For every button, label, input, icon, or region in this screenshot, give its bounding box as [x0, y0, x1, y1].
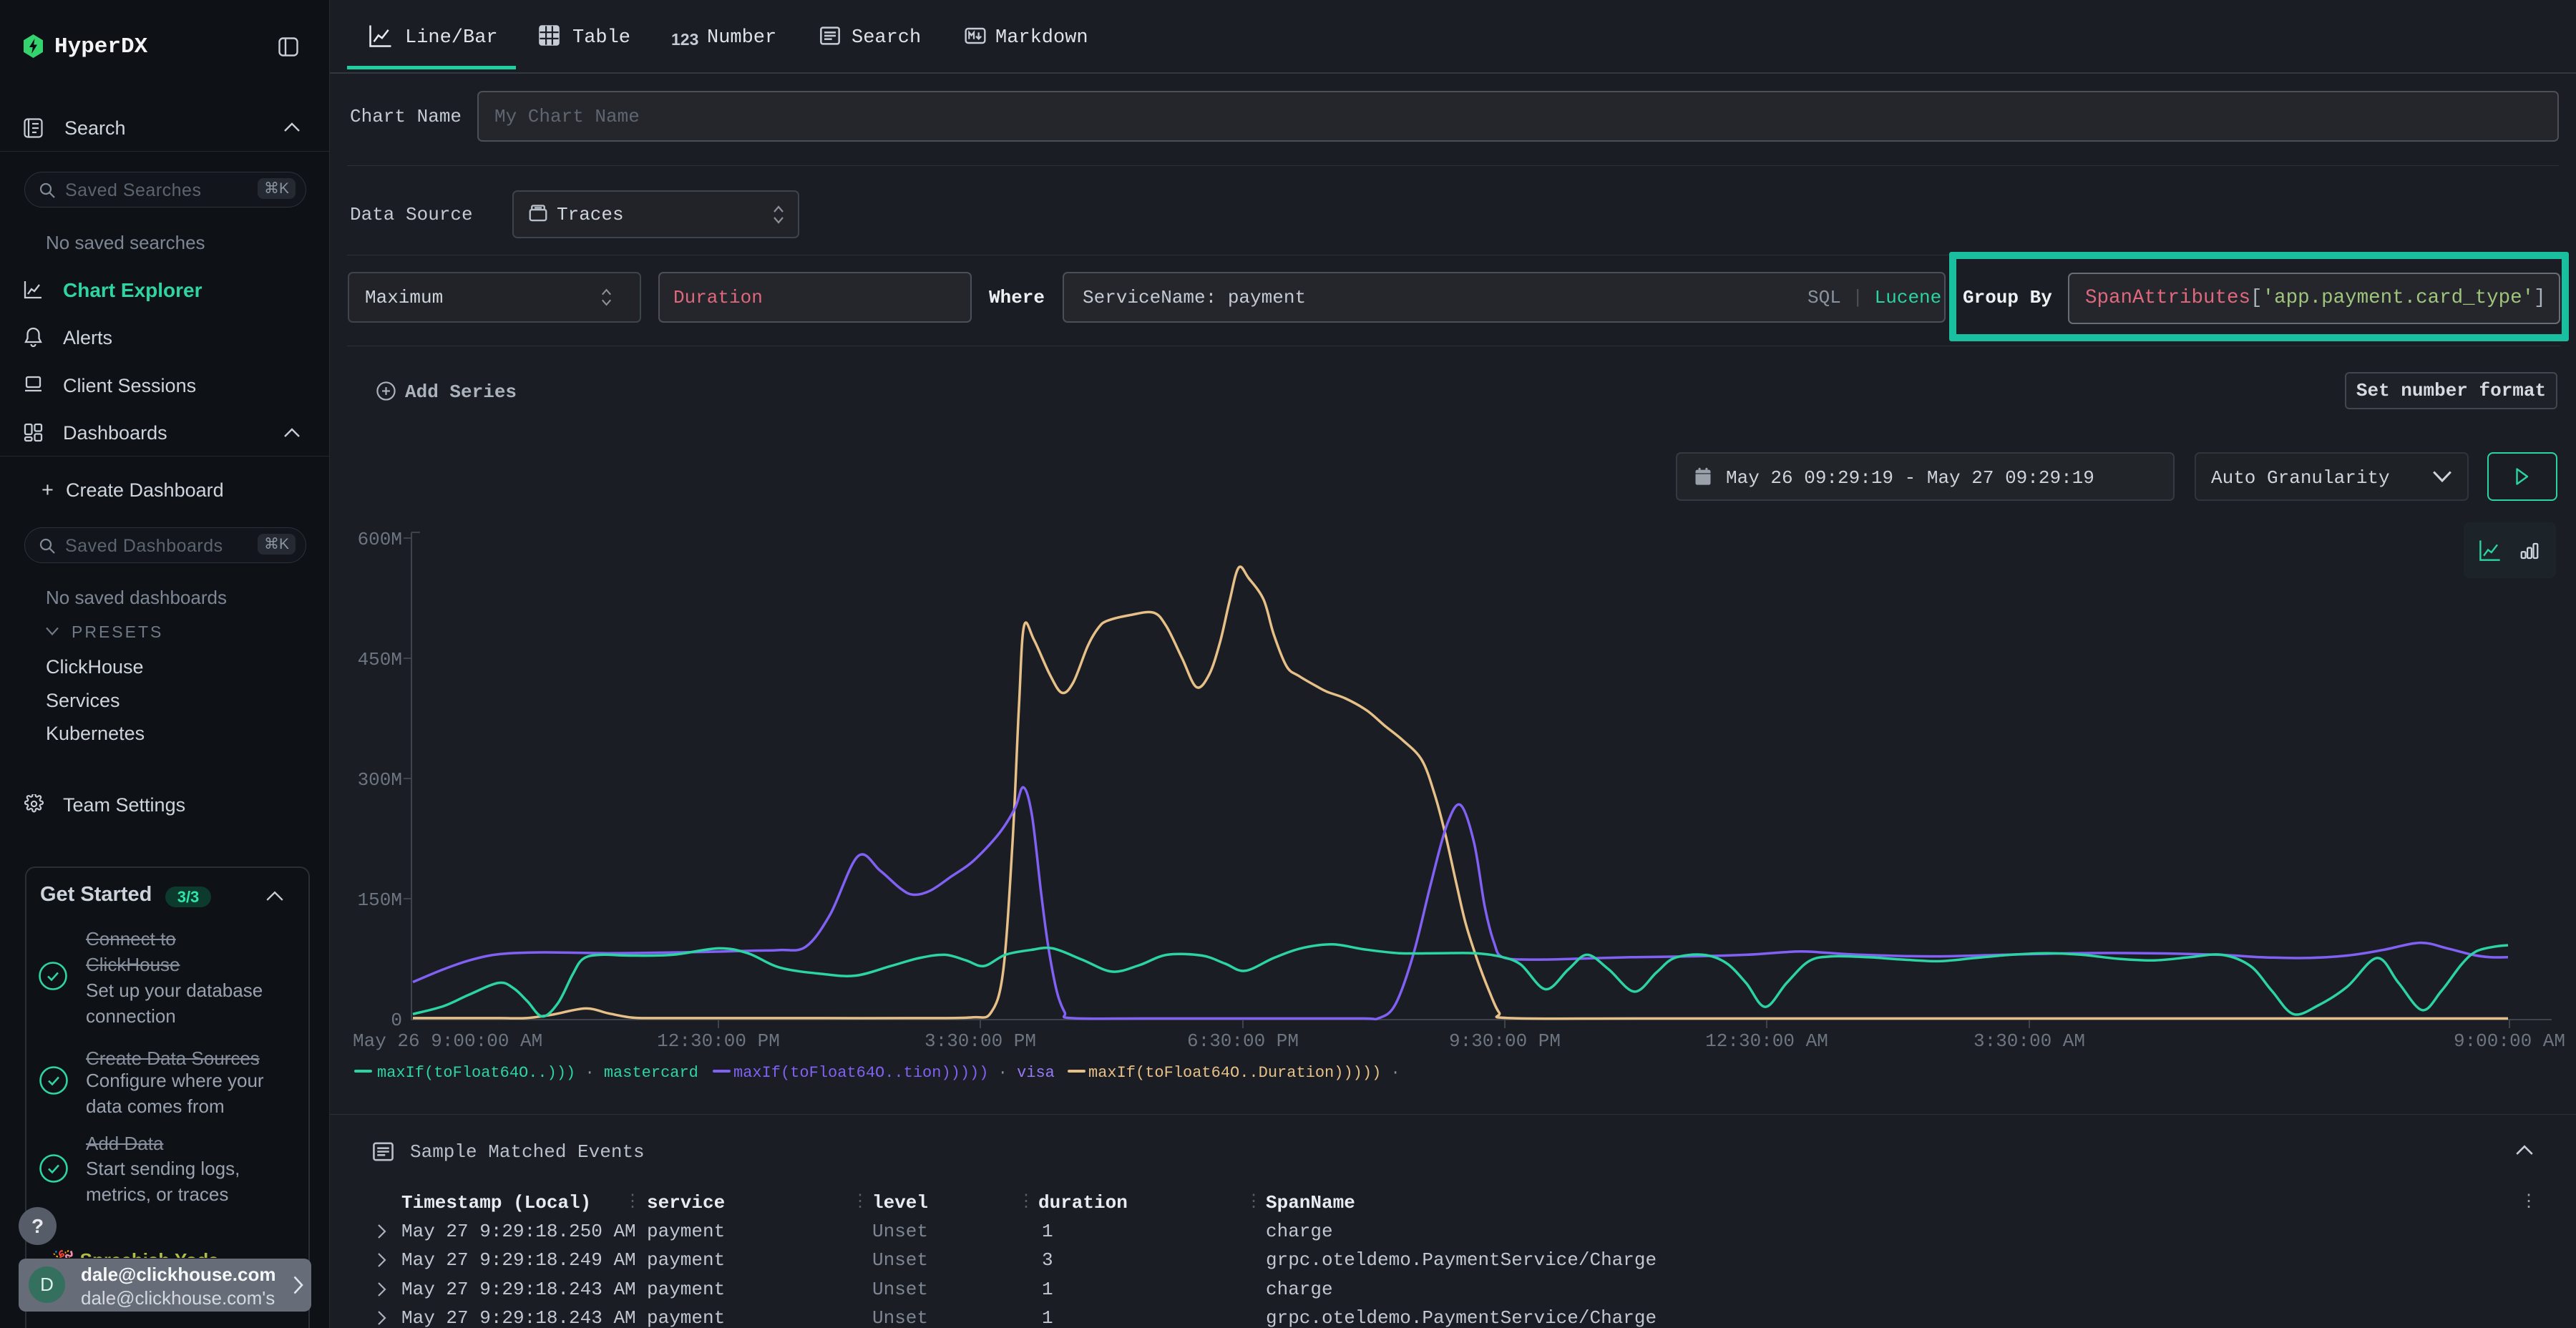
- svg-text:3:30:00 AM: 3:30:00 AM: [1974, 1030, 2085, 1052]
- svg-text:9:00:00 AM: 9:00:00 AM: [2454, 1030, 2565, 1052]
- svg-text:600M: 600M: [358, 529, 402, 550]
- svg-text:150M: 150M: [358, 889, 402, 911]
- svg-text:6:30:00 PM: 6:30:00 PM: [1187, 1030, 1299, 1052]
- svg-text:0: 0: [391, 1010, 402, 1031]
- svg-text:maxIf(toFloat64O..Duration)))): maxIf(toFloat64O..Duration))))) ·: [1088, 1064, 1400, 1082]
- svg-text:12:30:00 PM: 12:30:00 PM: [657, 1030, 780, 1052]
- svg-text:maxIf(toFloat64O..))) · master: maxIf(toFloat64O..))) · mastercard: [377, 1064, 698, 1082]
- svg-text:12:30:00 AM: 12:30:00 AM: [1705, 1030, 1828, 1052]
- svg-text:300M: 300M: [358, 769, 402, 791]
- svg-text:450M: 450M: [358, 649, 402, 670]
- svg-text:9:30:00 PM: 9:30:00 PM: [1449, 1030, 1561, 1052]
- svg-text:maxIf(toFloat64O..tion))))) ·: maxIf(toFloat64O..tion))))) · visa: [733, 1064, 1055, 1082]
- svg-text:May 26 9:00:00 AM: May 26 9:00:00 AM: [353, 1030, 542, 1052]
- svg-text:3:30:00 PM: 3:30:00 PM: [924, 1030, 1036, 1052]
